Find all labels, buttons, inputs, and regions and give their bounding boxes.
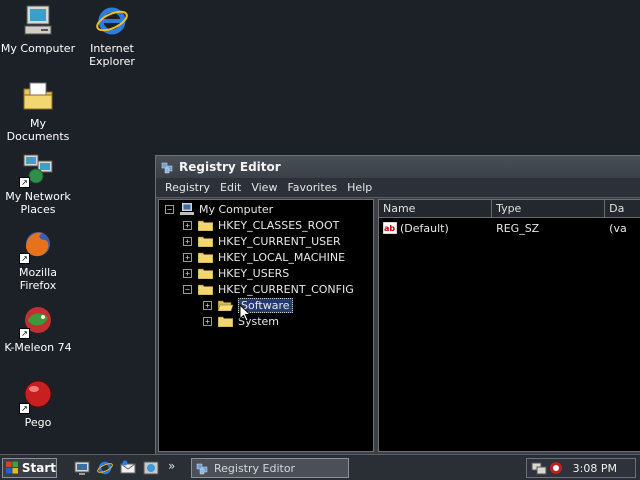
expand-icon[interactable]: + bbox=[183, 252, 192, 262]
internet-explorer-icon[interactable] bbox=[97, 460, 113, 476]
tree-node-label: My Computer bbox=[199, 202, 274, 216]
desktop-icon-label: K-Meleon 74 bbox=[4, 341, 72, 354]
taskbar: Start » Registry Editor 3:08 PM bbox=[0, 454, 640, 480]
taskbar-button-registry-editor[interactable]: Registry Editor bbox=[191, 458, 349, 478]
shortcut-arrow-icon: ↗ bbox=[19, 177, 30, 188]
expand-icon[interactable]: + bbox=[203, 300, 212, 310]
value-type: REG_SZ bbox=[496, 221, 540, 235]
desktop-icon-label: My Computer bbox=[0, 42, 76, 55]
desktop-icon-mozilla-firefox[interactable]: ↗ Mozilla Firefox bbox=[0, 228, 76, 292]
tree-node-hkey-current-config[interactable]: − HKEY_CURRENT_CONFIG bbox=[183, 281, 354, 297]
outlook-express-icon[interactable] bbox=[120, 460, 136, 476]
window-title: Registry Editor bbox=[179, 160, 281, 174]
window-titlebar[interactable]: Registry Editor bbox=[156, 156, 640, 178]
desktop-icon-my-computer[interactable]: My Computer bbox=[0, 4, 76, 55]
show-desktop-icon[interactable] bbox=[74, 460, 90, 476]
start-button[interactable]: Start bbox=[2, 458, 57, 478]
windows-logo-icon bbox=[6, 461, 18, 474]
expand-icon[interactable]: + bbox=[183, 236, 192, 246]
registry-editor-window[interactable]: Registry Editor Registry Edit View Favor… bbox=[155, 155, 640, 455]
tree-node-hkey-local-machine[interactable]: + HKEY_LOCAL_MACHINE bbox=[183, 249, 345, 265]
registry-tree[interactable]: − My Computer + HKEY_CLASSES_ROOT + HKEY… bbox=[158, 199, 374, 452]
pego-icon: ↗ bbox=[19, 378, 55, 414]
desktop-icon-label: My Network Places bbox=[5, 190, 71, 216]
column-header-data[interactable]: Da bbox=[605, 200, 640, 218]
tree-node-my-computer[interactable]: − My Computer bbox=[165, 201, 273, 217]
desktop-icon-internet-explorer[interactable]: Internet Explorer bbox=[74, 4, 150, 68]
folder-icon bbox=[198, 220, 213, 231]
desktop-icon-label: Pego bbox=[24, 416, 52, 429]
menu-view[interactable]: View bbox=[246, 181, 282, 194]
taskbar-clock[interactable]: 3:08 PM bbox=[573, 462, 617, 475]
shortcut-arrow-icon: ↗ bbox=[19, 403, 30, 414]
regedit-icon bbox=[196, 463, 208, 475]
menu-bar: Registry Edit View Favorites Help bbox=[156, 178, 640, 198]
collapse-icon[interactable]: − bbox=[183, 284, 192, 294]
tree-node-label: HKEY_CURRENT_USER bbox=[218, 234, 341, 248]
expand-icon[interactable]: + bbox=[183, 268, 192, 278]
tree-node-label: HKEY_CURRENT_CONFIG bbox=[218, 282, 354, 296]
my-computer-icon bbox=[21, 4, 55, 38]
tree-node-label: HKEY_USERS bbox=[218, 266, 290, 280]
shortcut-arrow-icon: ↗ bbox=[19, 253, 30, 264]
folder-icon bbox=[218, 316, 233, 327]
desktop-icon-k-meleon[interactable]: ↗ K-Meleon 74 bbox=[0, 303, 76, 354]
menu-favorites[interactable]: Favorites bbox=[282, 181, 342, 194]
open-folder-icon bbox=[198, 284, 213, 295]
mouse-pointer-icon bbox=[239, 304, 251, 322]
computer-icon bbox=[180, 203, 194, 215]
start-label: Start bbox=[21, 461, 56, 475]
tree-node-label: HKEY_LOCAL_MACHINE bbox=[218, 250, 346, 264]
menu-registry[interactable]: Registry bbox=[160, 181, 215, 194]
collapse-icon[interactable]: − bbox=[165, 204, 174, 214]
folder-icon bbox=[198, 236, 213, 247]
my-documents-folder-icon bbox=[21, 79, 55, 113]
tree-node-hkey-classes-root[interactable]: + HKEY_CLASSES_ROOT bbox=[183, 217, 339, 233]
menu-help[interactable]: Help bbox=[342, 181, 377, 194]
firefox-icon: ↗ bbox=[19, 228, 55, 264]
expand-icon[interactable]: + bbox=[183, 220, 192, 230]
svg-text:ab: ab bbox=[384, 224, 395, 233]
list-row[interactable]: ab (Default) REG_SZ (va bbox=[379, 220, 640, 236]
value-data: (va bbox=[609, 221, 627, 235]
shortcut-arrow-icon: ↗ bbox=[19, 328, 30, 339]
column-header-name[interactable]: Name bbox=[379, 200, 493, 218]
desktop-icon-label: My Documents bbox=[6, 117, 70, 143]
system-tray: 3:08 PM bbox=[526, 458, 636, 478]
open-folder-icon bbox=[218, 300, 233, 311]
quick-launch-more-icon[interactable]: » bbox=[168, 459, 175, 473]
task-label: Registry Editor bbox=[214, 461, 296, 475]
menu-edit[interactable]: Edit bbox=[215, 181, 246, 194]
values-list[interactable]: Name Type Da ab (Default) REG_SZ (va bbox=[378, 199, 640, 452]
tree-node-hkey-users[interactable]: + HKEY_USERS bbox=[183, 265, 289, 281]
folder-icon bbox=[198, 252, 213, 263]
regedit-icon bbox=[161, 162, 173, 174]
antivirus-tray-icon[interactable] bbox=[549, 461, 563, 475]
network-tray-icon[interactable] bbox=[531, 461, 547, 475]
desktop-icon-label: Internet Explorer bbox=[89, 42, 135, 68]
desktop-icon-pego[interactable]: ↗ Pego bbox=[0, 378, 76, 429]
desktop-icon-my-network-places[interactable]: ↗ My Network Places bbox=[0, 152, 76, 216]
internet-explorer-icon bbox=[95, 4, 129, 38]
media-icon[interactable] bbox=[143, 460, 159, 476]
tree-node-hkey-current-user[interactable]: + HKEY_CURRENT_USER bbox=[183, 233, 341, 249]
folder-icon bbox=[198, 268, 213, 279]
tree-node-label: HKEY_CLASSES_ROOT bbox=[218, 218, 340, 232]
editor-panes: − My Computer + HKEY_CLASSES_ROOT + HKEY… bbox=[158, 199, 640, 452]
expand-icon[interactable]: + bbox=[203, 316, 212, 326]
value-name: (Default) bbox=[400, 221, 449, 235]
desktop-icon-my-documents[interactable]: My Documents bbox=[0, 79, 76, 143]
network-places-icon: ↗ bbox=[19, 152, 55, 188]
list-header: Name Type Da bbox=[379, 200, 640, 218]
string-value-icon: ab bbox=[383, 222, 397, 234]
desktop-icon-label: Mozilla Firefox bbox=[19, 266, 57, 292]
k-meleon-icon: ↗ bbox=[19, 303, 55, 339]
column-header-type[interactable]: Type bbox=[492, 200, 606, 218]
